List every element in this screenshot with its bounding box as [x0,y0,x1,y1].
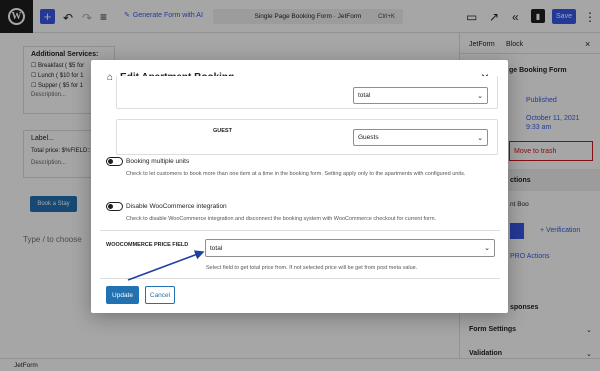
booking-multiple-help: Check to let customers to book more than… [126,171,466,177]
chevron-down-icon: ⌄ [484,245,490,252]
woocommerce-price-field-select[interactable]: total ⌄ [205,239,495,257]
field-settings-row: total ⌄ [116,76,498,109]
disable-woocommerce-toggle[interactable] [106,202,123,211]
update-button[interactable]: Update [106,286,139,304]
price-field-value: total [210,244,223,252]
guest-label: GUEST [213,128,232,134]
booking-multiple-label: Booking multiple units [126,158,190,165]
chevron-down-icon: ⌄ [477,92,483,100]
guest-settings-row: GUEST Guests ⌄ [116,119,498,155]
disable-woocommerce-label: Disable WooCommerce integration [126,203,227,210]
home-icon: ⌂ [107,71,114,83]
cancel-button[interactable]: Cancel [145,286,175,304]
chevron-down-icon: ⌄ [477,134,483,142]
woocommerce-price-field-label: WOOCOMMERCE PRICE FIELD [106,242,189,248]
guest-select[interactable]: Guests ⌄ [353,129,488,146]
field-select-value: total [358,92,371,99]
booking-multiple-toggle[interactable] [106,157,123,166]
guest-select-value: Guests [358,134,379,141]
field-select[interactable]: total ⌄ [353,87,488,104]
disable-woocommerce-help: Check to disable WooCommerce integration… [126,216,437,222]
woocommerce-price-help: Select field to get total price from. If… [206,265,418,271]
